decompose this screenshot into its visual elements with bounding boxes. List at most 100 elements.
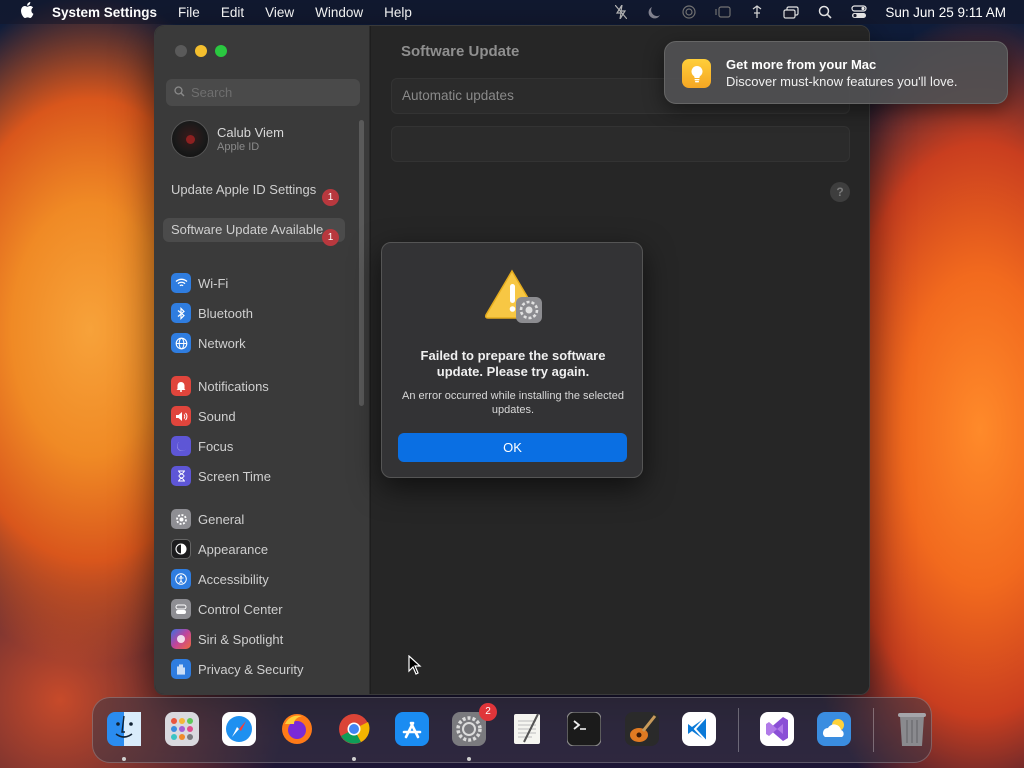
garageband-icon	[624, 712, 659, 746]
dock-finder[interactable]	[102, 707, 146, 751]
sidebar-item-label: General	[198, 511, 245, 527]
page-title: Software Update	[401, 43, 520, 60]
menu-help[interactable]: Help	[384, 5, 412, 20]
dock-visual-studio[interactable]	[755, 707, 799, 751]
dock-running-indicator	[352, 757, 356, 761]
menu-app-name[interactable]: System Settings	[52, 5, 157, 20]
sidebar-item-label: Update Apple ID Settings	[171, 182, 317, 197]
dock-firefox[interactable]	[275, 707, 319, 751]
automatic-updates-label: Automatic updates	[402, 88, 514, 103]
apple-menu-icon[interactable]	[16, 2, 38, 22]
chrome-icon	[337, 712, 371, 746]
sidebar-item-control-center[interactable]: Control Center	[171, 599, 283, 619]
sidebar-item-software-update-available[interactable]: Software Update Available 1	[163, 218, 345, 246]
menu-edit[interactable]: Edit	[221, 5, 244, 20]
control-center-icon[interactable]	[851, 5, 868, 19]
sidebar-item-accessibility[interactable]: Accessibility	[171, 569, 269, 589]
account-subtitle: Apple ID	[217, 141, 260, 153]
search-input[interactable]	[191, 85, 341, 100]
mouse-cursor-icon	[408, 655, 422, 675]
screen-mirroring-icon[interactable]	[783, 5, 800, 19]
sidebar-item-appearance[interactable]: Appearance	[171, 539, 268, 559]
dock-trash[interactable]	[890, 707, 934, 751]
sidebar-scrollbar[interactable]	[359, 120, 364, 406]
dock-launchpad[interactable]	[160, 707, 204, 751]
dock-safari[interactable]	[217, 707, 261, 751]
dock-vscode[interactable]	[677, 707, 721, 751]
sidebar-item-label: Screen Time	[198, 468, 271, 484]
sidebar-item-label: Network	[198, 335, 246, 351]
dock-garageband[interactable]	[620, 707, 664, 751]
moon-icon[interactable]	[647, 5, 663, 19]
apple-id-account[interactable]: Calub Viem Apple ID	[171, 120, 284, 158]
globe-icon	[171, 333, 191, 353]
dock-separator	[737, 708, 739, 752]
notification-body: Discover must-know features you'll love.	[726, 74, 958, 89]
sidebar-item-siri-spotlight[interactable]: Siri & Spotlight	[171, 629, 283, 649]
vscode-icon	[682, 712, 716, 746]
update-status-row	[391, 126, 850, 162]
close-button[interactable]	[175, 45, 187, 57]
alert-title: Failed to prepare the software update. P…	[420, 348, 606, 379]
dock-app-store[interactable]	[390, 707, 434, 751]
account-name: Calub Viem	[217, 125, 284, 140]
sidebar-item-label: Control Center	[198, 601, 283, 617]
dock-terminal[interactable]	[562, 707, 606, 751]
sidebar-item-network[interactable]: Network	[171, 333, 246, 353]
airdrop-icon[interactable]	[681, 5, 697, 19]
dock-textedit[interactable]	[505, 707, 549, 751]
app-store-icon	[394, 712, 429, 746]
safari-icon	[222, 712, 256, 746]
textedit-icon	[510, 712, 544, 746]
dock-system-settings[interactable]: 2	[447, 703, 497, 751]
sidebar-item-wifi[interactable]: Wi-Fi	[171, 273, 228, 293]
weather-icon	[817, 712, 851, 746]
dock-running-indicator	[122, 757, 126, 761]
alert-message: An error occurred while installing the s…	[402, 390, 624, 416]
search-icon	[174, 85, 185, 100]
menu-bar-clock[interactable]: Sun Jun 25 9:11 AM	[885, 5, 1006, 20]
launchpad-icon	[164, 712, 199, 746]
wifi-icon	[171, 273, 191, 293]
sidebar-item-focus[interactable]: Focus	[171, 436, 233, 456]
sidebar-item-bluetooth[interactable]: Bluetooth	[171, 303, 253, 323]
notification-badge: 1	[322, 189, 339, 206]
tips-notification[interactable]: Get more from your Mac Discover must-kno…	[664, 41, 1008, 104]
sidebar-item-privacy-security[interactable]: Privacy & Security	[171, 659, 303, 679]
lightbulb-icon	[682, 59, 711, 88]
warning-icon	[485, 269, 542, 323]
dock-running-indicator	[467, 757, 471, 761]
sidebar-item-notifications[interactable]: Notifications	[171, 376, 269, 396]
battery-charging-icon[interactable]	[613, 5, 629, 19]
sidebar-item-label: Wi-Fi	[198, 275, 229, 291]
finder-icon	[107, 712, 141, 746]
sidebar-item-general[interactable]: General	[171, 509, 244, 529]
spotlight-search-icon[interactable]	[817, 5, 833, 19]
zoom-button[interactable]	[215, 45, 227, 57]
moon-icon	[171, 436, 191, 456]
menu-window[interactable]: Window	[315, 5, 363, 20]
hand-icon	[171, 659, 191, 679]
menu-file[interactable]: File	[178, 5, 200, 20]
sidebar-item-label: Bluetooth	[198, 305, 253, 321]
dock-badge: 2	[479, 703, 497, 721]
dock-chrome[interactable]	[332, 707, 376, 751]
ok-button[interactable]: OK	[398, 433, 627, 462]
sidebar-item-label: Siri & Spotlight	[198, 631, 284, 647]
vpn-icon[interactable]	[749, 5, 765, 19]
sidebar-item-screen-time[interactable]: Screen Time	[171, 466, 271, 486]
control-center-icon	[171, 599, 191, 619]
menu-bar: System Settings File Edit View Window He…	[0, 0, 1024, 24]
sidebar-search	[166, 79, 360, 106]
visual-studio-icon	[759, 712, 794, 746]
trash-icon	[895, 710, 929, 748]
stage-manager-icon[interactable]	[715, 5, 732, 19]
sidebar-item-sound[interactable]: Sound	[171, 406, 236, 426]
sidebar-item-label: Notifications	[198, 378, 269, 394]
help-button[interactable]: ?	[830, 182, 850, 202]
sidebar-item-update-apple-id[interactable]: Update Apple ID Settings 1	[163, 178, 345, 206]
notification-title: Get more from your Mac	[726, 57, 877, 72]
menu-view[interactable]: View	[265, 5, 294, 20]
dock-weather[interactable]	[812, 707, 856, 751]
minimize-button[interactable]	[195, 45, 207, 57]
